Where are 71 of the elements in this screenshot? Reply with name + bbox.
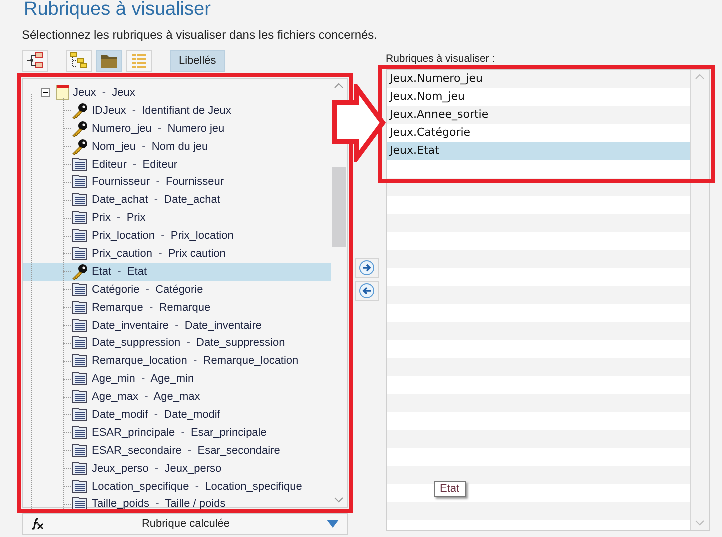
folder-tree-icon <box>70 52 88 70</box>
tree-item[interactable]: ESAR_principale - Esar_principale <box>92 426 267 439</box>
scroll-down-icon[interactable] <box>695 520 705 526</box>
collapse-icon[interactable] <box>41 88 50 98</box>
field-icon <box>71 228 89 244</box>
tree-item[interactable]: Date_modif - Date_modif <box>92 408 220 421</box>
key-icon <box>71 120 89 137</box>
tree-item[interactable]: Location_specifique - Location_specifique <box>92 480 302 493</box>
dropdown-arrow-icon <box>327 520 339 528</box>
list-label: Rubriques à visualiser : <box>386 53 496 65</box>
field-icon <box>71 246 89 262</box>
field-icon <box>71 353 89 370</box>
folder-tree-button[interactable] <box>66 50 92 72</box>
add-button[interactable] <box>355 258 379 278</box>
field-icon <box>71 478 89 495</box>
tree-item[interactable]: Jeux - Jeux <box>73 86 136 99</box>
link-tree-button[interactable] <box>22 50 48 72</box>
tree-item[interactable]: Prix_location - Prix_location <box>92 230 234 242</box>
tree-item[interactable]: Jeux_perso - Jeux_perso <box>92 462 222 475</box>
tree-item[interactable]: Nom_jeu - Nom du jeu <box>92 140 208 153</box>
scroll-down-icon[interactable] <box>334 497 344 503</box>
field-icon <box>71 210 89 226</box>
field-icon <box>71 192 89 208</box>
folder-button[interactable] <box>96 50 122 72</box>
tree-item[interactable]: Date_inventaire - Date_inventaire <box>92 320 262 332</box>
tree-item[interactable]: Prix - Prix <box>92 212 146 224</box>
tree-item[interactable]: Remarque_location - Remarque_location <box>92 355 299 368</box>
tree-item[interactable]: Editeur - Editeur <box>92 158 178 170</box>
scroll-up-icon[interactable] <box>695 74 705 80</box>
tree-item[interactable]: Numero_jeu - Numero jeu <box>92 122 225 135</box>
field-icon <box>71 282 89 298</box>
list-icon <box>130 52 148 70</box>
tree-item[interactable]: Date_suppression - Date_suppression <box>92 337 286 350</box>
key-icon <box>71 102 89 119</box>
field-icon <box>71 406 89 423</box>
tree-item[interactable]: Date_achat - Date_achat <box>92 194 220 206</box>
field-icon <box>71 424 89 441</box>
tree-item[interactable]: Age_max - Age_max <box>92 391 200 404</box>
field-icon <box>71 460 89 477</box>
page-title: Rubriques à visualiser <box>23 0 212 20</box>
tree-item[interactable]: Prix_caution - Prix caution <box>92 248 226 260</box>
tree-item[interactable]: Catégorie - Catégorie <box>92 284 204 296</box>
field-icon <box>71 156 89 172</box>
key-icon <box>71 138 89 155</box>
tree-item[interactable]: Etat - Etat <box>92 266 148 278</box>
field-icon <box>71 335 89 352</box>
folder-icon <box>100 52 118 70</box>
field-icon <box>71 174 89 190</box>
tree-item[interactable]: Remarque - Remarque <box>92 302 211 314</box>
field-icon <box>71 442 89 459</box>
key-icon <box>71 264 89 280</box>
calculated-field-dropdown[interactable]: Rubrique calculée <box>22 513 348 535</box>
tree-item[interactable]: Taille_poids - Taille / poids <box>92 498 226 510</box>
list-item[interactable]: Jeux.Etat <box>387 142 690 160</box>
tree-item[interactable]: Fournisseur - Fournisseur <box>92 176 224 188</box>
table-icon <box>56 84 70 101</box>
field-icon <box>71 389 89 406</box>
tree-item[interactable]: IDJeux - Identifiant de Jeux <box>92 104 232 117</box>
scroll-thumb[interactable] <box>332 167 346 247</box>
field-icon <box>71 371 89 388</box>
instruction-text: Sélectionnez les rubriques à visualiser dans les fichiers concernés. <box>22 28 379 42</box>
scroll-up-icon[interactable] <box>334 83 344 89</box>
tooltip: Etat <box>434 481 466 497</box>
tree-item[interactable]: ESAR_secondaire - Esar_secondaire <box>92 444 280 457</box>
field-icon <box>71 300 89 316</box>
labels-toggle[interactable]: Libellés <box>170 50 226 72</box>
remove-button[interactable] <box>355 281 379 301</box>
function-icon <box>31 518 45 530</box>
tree-item[interactable]: Age_min - Age_min <box>92 373 194 386</box>
field-icon <box>71 318 89 334</box>
hierarchy-icon <box>26 52 44 70</box>
